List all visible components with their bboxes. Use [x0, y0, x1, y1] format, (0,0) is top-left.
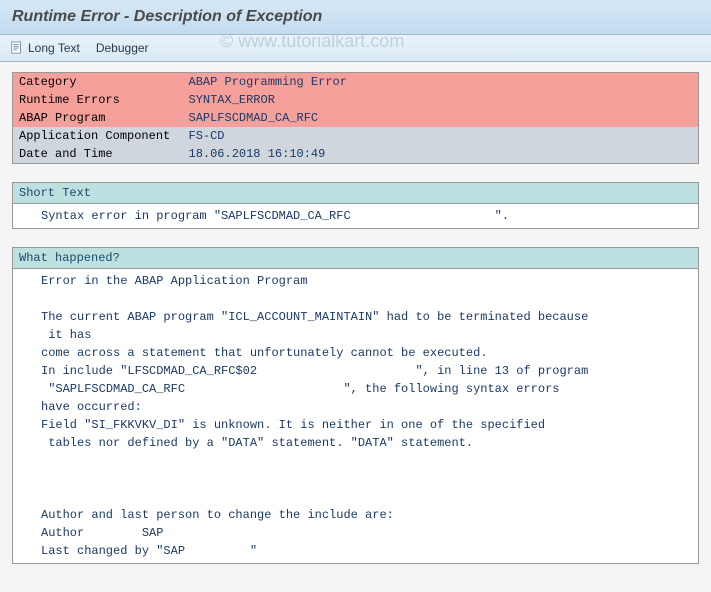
debugger-label: Debugger — [96, 41, 149, 55]
what-happened-header: What happened? — [13, 248, 698, 269]
table-row: Runtime ErrorsSYNTAX_ERROR — [13, 91, 699, 109]
info-value: SAPLFSCDMAD_CA_RFC — [183, 109, 699, 127]
info-label: Date and Time — [13, 145, 183, 164]
info-value: SYNTAX_ERROR — [183, 91, 699, 109]
long-text-label: Long Text — [28, 41, 80, 55]
info-value: ABAP Programming Error — [183, 73, 699, 92]
short-text-header: Short Text — [13, 183, 698, 204]
info-label: Runtime Errors — [13, 91, 183, 109]
document-icon — [10, 41, 24, 55]
short-text-body: Syntax error in program "SAPLFSCDMAD_CA_… — [13, 204, 698, 228]
table-row: CategoryABAP Programming Error — [13, 73, 699, 92]
what-happened-body: Error in the ABAP Application Program Th… — [13, 269, 698, 563]
table-row: Date and Time18.06.2018 16:10:49 — [13, 145, 699, 164]
content-area: CategoryABAP Programming ErrorRuntime Er… — [0, 62, 711, 592]
long-text-button[interactable]: Long Text — [10, 41, 80, 55]
toolbar: Long Text Debugger — [0, 35, 711, 62]
info-value: 18.06.2018 16:10:49 — [183, 145, 699, 164]
info-label: Category — [13, 73, 183, 92]
info-label: ABAP Program — [13, 109, 183, 127]
error-info-table: CategoryABAP Programming ErrorRuntime Er… — [12, 72, 699, 164]
short-text-section: Short Text Syntax error in program "SAPL… — [12, 182, 699, 229]
title-bar: Runtime Error - Description of Exception — [0, 0, 711, 35]
table-row: Application ComponentFS-CD — [13, 127, 699, 145]
info-label: Application Component — [13, 127, 183, 145]
info-value: FS-CD — [183, 127, 699, 145]
debugger-button[interactable]: Debugger — [96, 41, 149, 55]
what-happened-section: What happened? Error in the ABAP Applica… — [12, 247, 699, 564]
page-title: Runtime Error - Description of Exception — [12, 8, 699, 26]
table-row: ABAP ProgramSAPLFSCDMAD_CA_RFC — [13, 109, 699, 127]
